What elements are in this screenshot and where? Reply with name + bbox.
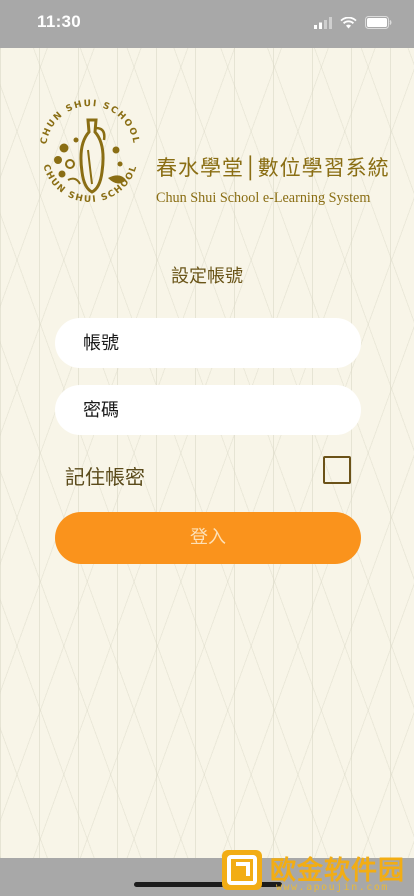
watermark-logo-icon <box>220 848 264 892</box>
signal-icon <box>314 14 332 33</box>
school-logo-emblem: CHUN SHUI SCHOOL CHUN SHUI SCHOOL <box>30 88 150 208</box>
login-button[interactable]: 登入 <box>55 512 361 564</box>
svg-text:CHUN SHUI SCHOOL: CHUN SHUI SCHOOL <box>39 99 140 145</box>
status-icons <box>314 14 392 33</box>
logo-ring-top: CHUN SHUI SCHOOL <box>39 99 139 145</box>
account-input[interactable] <box>81 331 361 355</box>
settings-account-link[interactable]: 設定帳號 <box>0 262 414 288</box>
password-field[interactable] <box>55 385 361 435</box>
watermark: 欧金软件园 www.apoujin.com <box>220 842 410 896</box>
status-bar: 11:30 <box>0 0 414 48</box>
app-title: 春水學堂│數位學習系統 <box>156 156 390 180</box>
battery-icon <box>365 14 392 33</box>
password-input[interactable] <box>81 398 361 422</box>
remember-checkbox[interactable] <box>323 456 351 484</box>
status-time: 11:30 <box>37 12 82 31</box>
app-subtitle: Chun Shui School e-Learning System <box>156 190 371 206</box>
account-field[interactable] <box>55 318 361 368</box>
remember-label: 記住帳密 <box>65 465 145 489</box>
watermark-url: www.apoujin.com <box>276 882 389 893</box>
wifi-icon <box>340 14 357 33</box>
